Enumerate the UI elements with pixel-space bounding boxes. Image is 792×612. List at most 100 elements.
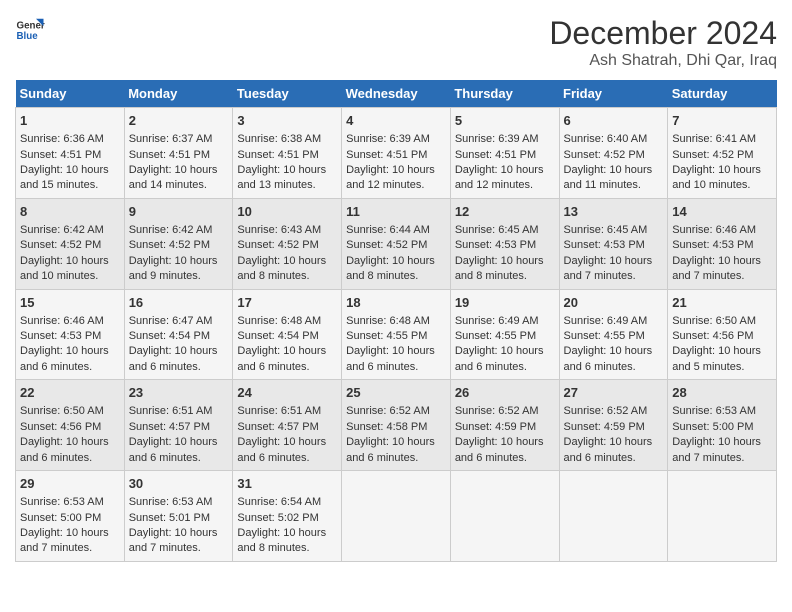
sunrise: Sunrise: 6:52 AM	[564, 405, 648, 417]
sunrise: Sunrise: 6:47 AM	[129, 315, 213, 327]
day-number: 9	[129, 203, 229, 221]
calendar-table: SundayMondayTuesdayWednesdayThursdayFrid…	[15, 80, 777, 562]
sunset: Sunset: 4:56 PM	[20, 421, 101, 433]
day-number: 30	[129, 475, 229, 493]
sunset: Sunset: 4:53 PM	[672, 239, 753, 251]
daylight: Daylight: 10 hours and 12 minutes.	[346, 164, 435, 191]
day-number: 6	[564, 112, 664, 130]
calendar-cell: 28Sunrise: 6:53 AMSunset: 5:00 PMDayligh…	[668, 380, 777, 471]
sunset: Sunset: 4:51 PM	[346, 149, 427, 161]
daylight: Daylight: 10 hours and 6 minutes.	[564, 345, 653, 372]
daylight: Daylight: 10 hours and 6 minutes.	[455, 436, 544, 463]
day-number: 14	[672, 203, 772, 221]
calendar-cell: 18Sunrise: 6:48 AMSunset: 4:55 PMDayligh…	[342, 289, 451, 380]
daylight: Daylight: 10 hours and 9 minutes.	[129, 255, 218, 282]
sunrise: Sunrise: 6:43 AM	[237, 224, 321, 236]
day-number: 28	[672, 384, 772, 402]
calendar-week-1: 1 Sunrise: 6:36 AM Sunset: 4:51 PM Daylight…	[16, 108, 777, 199]
daylight: Daylight: 10 hours and 6 minutes.	[20, 345, 109, 372]
sunrise: Sunrise: 6:53 AM	[20, 496, 104, 508]
calendar-cell: 31Sunrise: 6:54 AMSunset: 5:02 PMDayligh…	[233, 471, 342, 562]
day-number: 22	[20, 384, 120, 402]
sunrise: Sunrise: 6:36 AM	[20, 133, 104, 145]
calendar-cell: 5Sunrise: 6:39 AMSunset: 4:51 PMDaylight…	[450, 108, 559, 199]
sunset: Sunset: 5:00 PM	[20, 512, 101, 524]
calendar-cell: 25Sunrise: 6:52 AMSunset: 4:58 PMDayligh…	[342, 380, 451, 471]
sunset: Sunset: 4:57 PM	[129, 421, 210, 433]
sunrise: Sunrise: 6:52 AM	[455, 405, 539, 417]
day-number: 19	[455, 294, 555, 312]
calendar-cell: 2Sunrise: 6:37 AMSunset: 4:51 PMDaylight…	[124, 108, 233, 199]
month-title: December 2024	[549, 15, 777, 52]
day-number: 24	[237, 384, 337, 402]
daylight: Daylight: 10 hours and 8 minutes.	[237, 527, 326, 554]
sunset: Sunset: 4:55 PM	[455, 330, 536, 342]
day-number: 20	[564, 294, 664, 312]
calendar-cell: 12Sunrise: 6:45 AMSunset: 4:53 PMDayligh…	[450, 198, 559, 289]
day-header-friday: Friday	[559, 80, 668, 108]
daylight: Daylight: 10 hours and 6 minutes.	[20, 436, 109, 463]
sunset: Sunset: 4:55 PM	[346, 330, 427, 342]
sunrise: Sunrise: 6:42 AM	[20, 224, 104, 236]
logo-icon: General Blue	[15, 15, 45, 45]
sunset: Sunset: 4:52 PM	[564, 149, 645, 161]
sunset: Sunset: 4:59 PM	[455, 421, 536, 433]
daylight: Daylight: 10 hours and 6 minutes.	[346, 345, 435, 372]
daylight: Daylight: 10 hours and 11 minutes.	[564, 164, 653, 191]
day-number: 15	[20, 294, 120, 312]
calendar-cell: 20Sunrise: 6:49 AMSunset: 4:55 PMDayligh…	[559, 289, 668, 380]
calendar-week-5: 29Sunrise: 6:53 AMSunset: 5:00 PMDayligh…	[16, 471, 777, 562]
sunrise: Sunrise: 6:48 AM	[346, 315, 430, 327]
calendar-cell	[559, 471, 668, 562]
logo: General Blue	[15, 15, 47, 45]
day-number: 25	[346, 384, 446, 402]
calendar-cell: 19Sunrise: 6:49 AMSunset: 4:55 PMDayligh…	[450, 289, 559, 380]
sunset: Sunset: 5:00 PM	[672, 421, 753, 433]
sunrise: Sunrise: 6:50 AM	[20, 405, 104, 417]
sunrise: Sunrise: 6:53 AM	[129, 496, 213, 508]
sunset: Sunset: 4:53 PM	[20, 330, 101, 342]
day-number: 3	[237, 112, 337, 130]
sunrise: Sunrise: 6:39 AM	[455, 133, 539, 145]
daylight: Daylight: 10 hours and 7 minutes.	[564, 255, 653, 282]
calendar-cell: 10Sunrise: 6:43 AMSunset: 4:52 PMDayligh…	[233, 198, 342, 289]
sunset: Sunset: 4:55 PM	[564, 330, 645, 342]
sunset: Sunset: 4:59 PM	[564, 421, 645, 433]
calendar-cell: 11Sunrise: 6:44 AMSunset: 4:52 PMDayligh…	[342, 198, 451, 289]
sunset: Sunset: 4:52 PM	[237, 239, 318, 251]
day-number: 1	[20, 112, 120, 130]
daylight: Daylight: 10 hours and 6 minutes.	[237, 436, 326, 463]
sunrise: Sunrise: 6:37 AM	[129, 133, 213, 145]
daylight: Daylight: 10 hours and 13 minutes.	[237, 164, 326, 191]
day-number: 11	[346, 203, 446, 221]
daylight: Daylight: 10 hours and 8 minutes.	[346, 255, 435, 282]
calendar-cell: 3Sunrise: 6:38 AMSunset: 4:51 PMDaylight…	[233, 108, 342, 199]
day-number: 23	[129, 384, 229, 402]
daylight: Daylight: 10 hours and 7 minutes.	[672, 436, 761, 463]
day-header-thursday: Thursday	[450, 80, 559, 108]
day-number: 12	[455, 203, 555, 221]
day-header-saturday: Saturday	[668, 80, 777, 108]
calendar-cell: 15Sunrise: 6:46 AMSunset: 4:53 PMDayligh…	[16, 289, 125, 380]
daylight: Daylight: 10 hours and 6 minutes.	[455, 345, 544, 372]
sunset: Sunset: 4:54 PM	[237, 330, 318, 342]
header-row: SundayMondayTuesdayWednesdayThursdayFrid…	[16, 80, 777, 108]
day-number: 4	[346, 112, 446, 130]
calendar-cell: 13Sunrise: 6:45 AMSunset: 4:53 PMDayligh…	[559, 198, 668, 289]
daylight: Daylight: 10 hours and 14 minutes.	[129, 164, 218, 191]
sunrise: Sunrise: 6:54 AM	[237, 496, 321, 508]
sunset: Sunset: 4:53 PM	[564, 239, 645, 251]
sunrise: Sunrise: 6:42 AM	[129, 224, 213, 236]
daylight: Daylight: 10 hours and 7 minutes.	[672, 255, 761, 282]
calendar-cell: 9Sunrise: 6:42 AMSunset: 4:52 PMDaylight…	[124, 198, 233, 289]
sunset: Sunset: 4:53 PM	[455, 239, 536, 251]
sunset: Sunset: 4:52 PM	[672, 149, 753, 161]
day-number: 13	[564, 203, 664, 221]
day-header-wednesday: Wednesday	[342, 80, 451, 108]
location: Ash Shatrah, Dhi Qar, Iraq	[549, 52, 777, 70]
day-header-tuesday: Tuesday	[233, 80, 342, 108]
sunrise: Sunrise: 6:41 AM	[672, 133, 756, 145]
sunset: Sunset: 4:58 PM	[346, 421, 427, 433]
daylight: Daylight: 10 hours and 10 minutes.	[672, 164, 761, 191]
daylight: Daylight: 10 hours and 10 minutes.	[20, 255, 109, 282]
